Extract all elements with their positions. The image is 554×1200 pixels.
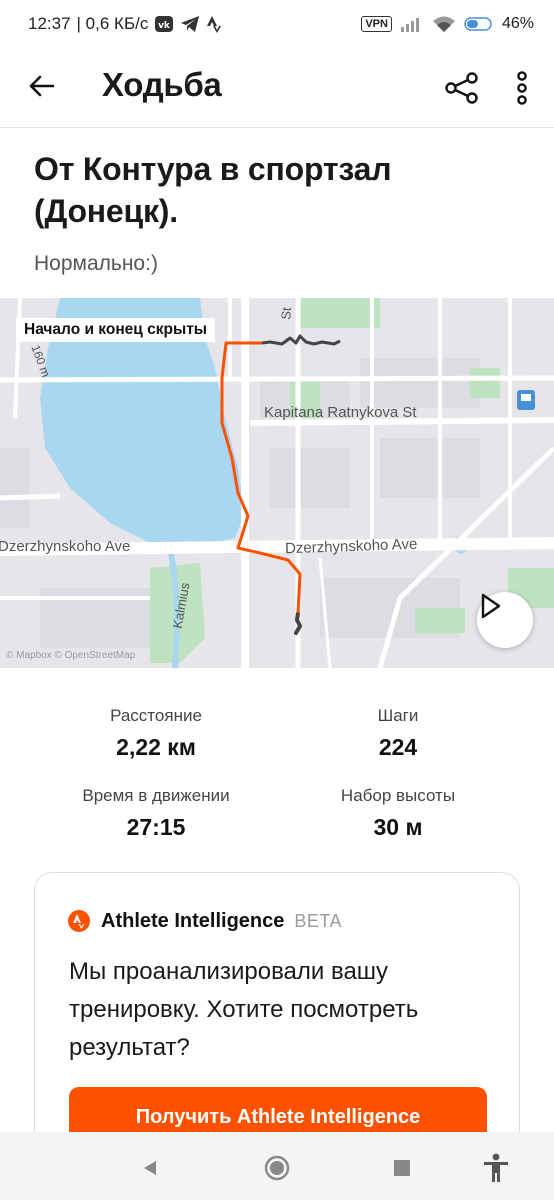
triangle-left-icon <box>144 1161 156 1175</box>
stat-elevation: Набор высоты 30 м <box>278 786 518 841</box>
ai-title: Athlete Intelligence <box>101 909 285 932</box>
wifi-icon <box>432 15 456 33</box>
share-icon <box>445 72 478 104</box>
stat-distance: Расстояние 2,22 км <box>36 706 276 761</box>
home-circle-icon <box>264 1155 290 1181</box>
status-right: VPN 46% <box>361 15 534 33</box>
street-label-st: St <box>278 306 295 321</box>
activity-title: От Контура в спортзал (Донецк). <box>34 151 392 229</box>
street-label-kapitana: Kapitana Ratnykova St <box>264 404 417 421</box>
signal-icon <box>400 15 424 33</box>
route-map[interactable]: Начало и конец скрыты Kapitana Ratnykova… <box>0 298 554 668</box>
play-icon <box>481 593 501 619</box>
share-button[interactable] <box>440 66 484 110</box>
battery-icon <box>464 16 494 32</box>
status-bar: 12:37 | 0,6 КБ/с vk VPN 46% <box>0 0 554 48</box>
network-speed: | 0,6 КБ/с <box>76 14 149 33</box>
status-time: 12:37 <box>28 14 71 33</box>
accessibility-person-icon <box>484 1153 508 1182</box>
stat-label: Набор высоты <box>340 786 456 805</box>
arrow-left-icon <box>29 75 55 97</box>
back-button[interactable] <box>22 66 62 106</box>
strava-flame-icon <box>68 910 90 932</box>
vpn-badge: VPN <box>361 16 392 32</box>
beta-badge: BETA <box>294 910 343 931</box>
battery-percent: 46% <box>501 15 534 32</box>
stat-value: 224 <box>378 734 418 760</box>
system-nav-bar <box>0 1132 554 1200</box>
stat-label: Расстояние <box>110 706 202 725</box>
activity-description: Нормально:) <box>34 252 158 275</box>
stat-value: 2,22 км <box>116 734 196 760</box>
status-left: 12:37 | 0,6 КБ/с vk <box>28 14 222 34</box>
athlete-intelligence-card: Athlete Intelligence BETA Мы проанализир… <box>34 872 520 1172</box>
stat-moving-time: Время в движении 27:15 <box>36 786 276 841</box>
square-icon <box>394 1160 410 1176</box>
stat-value: 30 м <box>373 814 423 840</box>
vertical-dots-icon <box>517 71 527 105</box>
ai-message: Мы проанализировали вашу тренировку. Хот… <box>69 958 419 1061</box>
page-title: Ходьба <box>102 66 222 103</box>
stat-steps: Шаги 224 <box>278 706 518 761</box>
play-flyover-button[interactable] <box>477 592 533 648</box>
telegram-icon <box>180 15 200 33</box>
ai-card-header: Athlete Intelligence BETA <box>67 909 342 933</box>
nav-back-button[interactable] <box>132 1150 168 1186</box>
more-options-button[interactable] <box>504 66 540 110</box>
nav-recents-button[interactable] <box>384 1150 420 1186</box>
app-bar: Ходьба <box>0 48 554 128</box>
nav-home-button[interactable] <box>259 1150 295 1186</box>
nav-accessibility-button[interactable] <box>478 1150 514 1186</box>
stat-value: 27:15 <box>126 814 186 840</box>
strava-status-icon <box>206 15 222 33</box>
svg-text:vk: vk <box>158 21 171 31</box>
map-attribution: © Mapbox © OpenStreetMap <box>6 650 136 661</box>
stat-label: Время в движении <box>82 786 230 805</box>
vk-icon: vk <box>154 14 174 34</box>
route-hidden-notice: Начало и конец скрыты <box>16 318 216 342</box>
stat-label: Шаги <box>377 706 419 725</box>
street-label-dzerzhynskoho-left: Dzerzhynskoho Ave <box>0 538 131 555</box>
map-canvas <box>0 298 554 668</box>
